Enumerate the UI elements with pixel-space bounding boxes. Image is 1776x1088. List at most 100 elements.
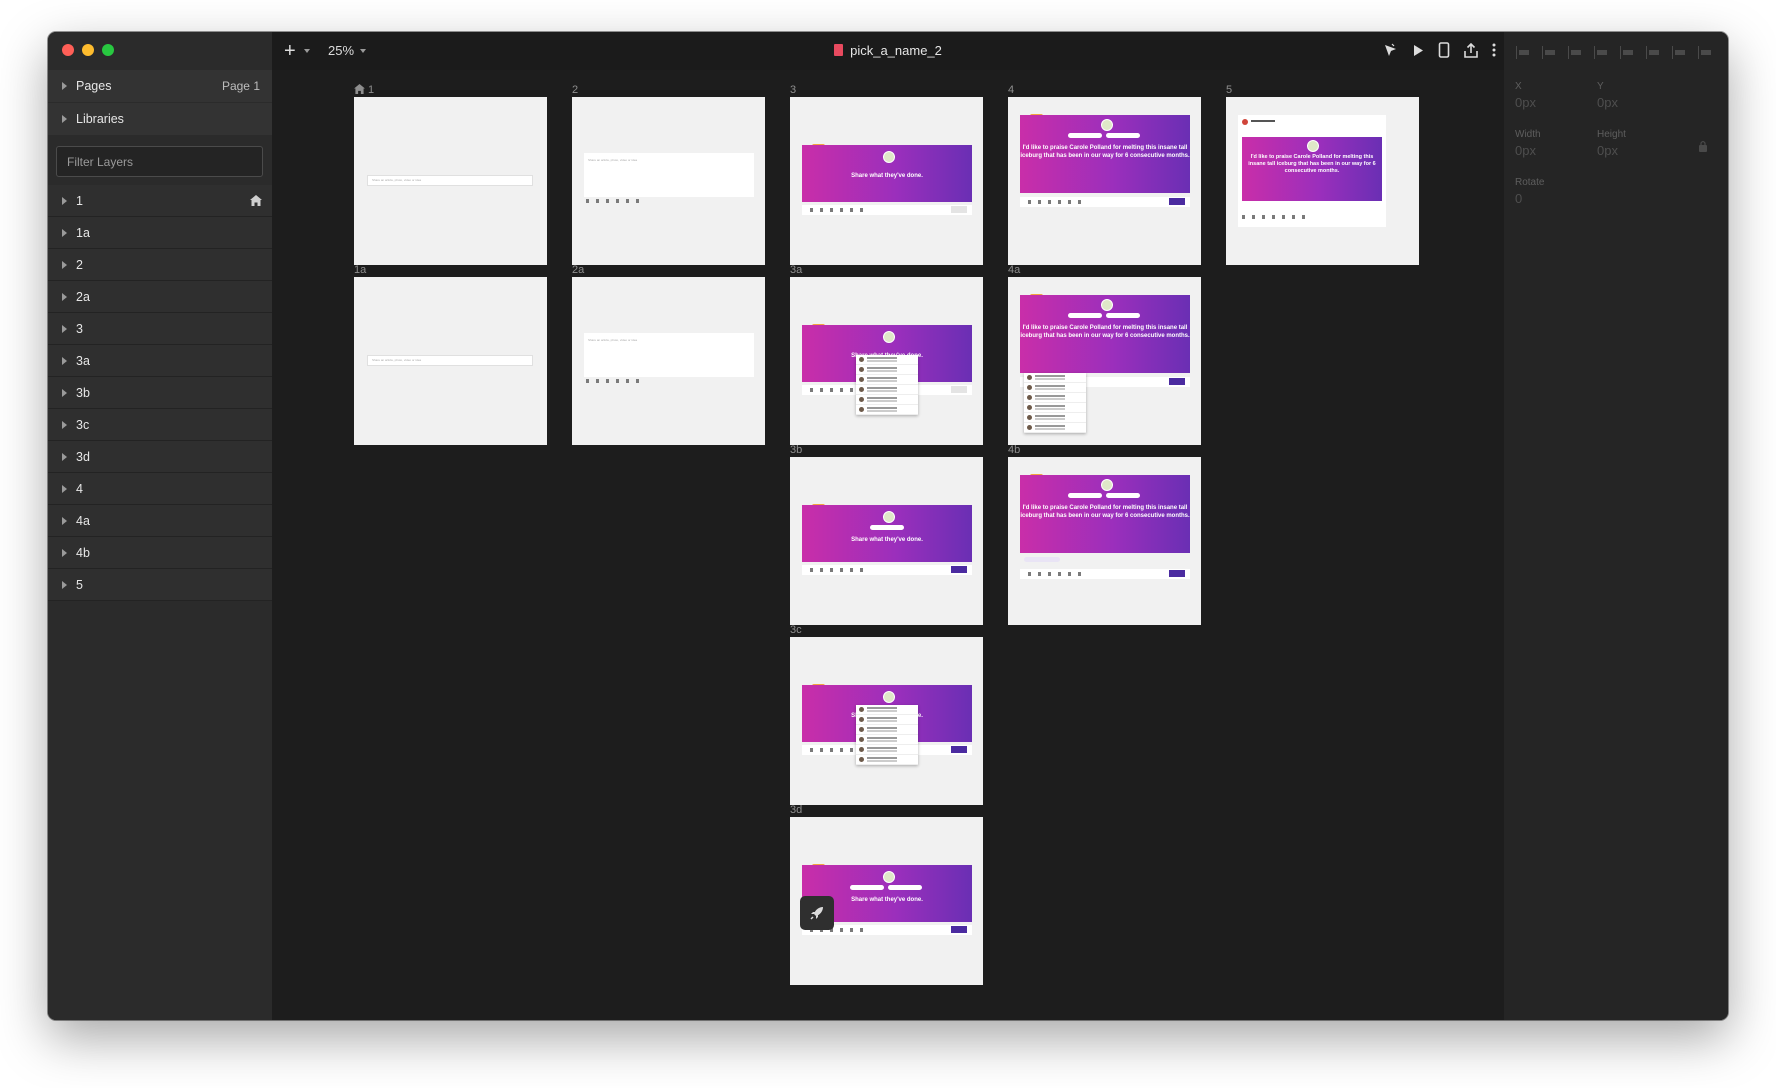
y-field[interactable]: 0px <box>1597 95 1618 110</box>
artboard-4[interactable]: I'd like to praise Carole Polland for me… <box>1008 97 1201 265</box>
layer-row-2a[interactable]: 2a <box>48 281 272 313</box>
artboard-label[interactable]: 4a <box>1008 264 1020 276</box>
expand-arrow-icon <box>62 516 67 525</box>
avatar <box>883 691 895 703</box>
align-bottom-icon[interactable] <box>1696 46 1714 59</box>
current-page-label[interactable]: Page 1 <box>222 79 260 93</box>
artboard-4b[interactable]: I'd like to praise Carole Polland for me… <box>1008 457 1201 625</box>
artboard-2a[interactable]: Share an article, photo, video or idea <box>572 277 765 445</box>
distribute-horizontal-icon[interactable] <box>1514 46 1532 59</box>
x-label: X <box>1515 81 1522 92</box>
post-button <box>951 566 967 573</box>
play-icon[interactable] <box>1411 43 1425 58</box>
maximize-window-button[interactable] <box>102 44 114 56</box>
mention-pill <box>870 525 904 530</box>
artboard-label[interactable]: 1 <box>368 84 374 96</box>
layer-row-1[interactable]: 1 <box>48 185 272 217</box>
avatar <box>1101 119 1113 131</box>
composer-toolbar <box>586 199 641 203</box>
hero-text: I'd like to praise Carole Polland for me… <box>1248 154 1376 174</box>
minimize-window-button[interactable] <box>82 44 94 56</box>
layer-row-1a[interactable]: 1a <box>48 217 272 249</box>
artboard-label[interactable]: 1a <box>354 264 366 276</box>
device-icon[interactable] <box>1438 42 1450 58</box>
launch-button[interactable] <box>800 896 834 930</box>
artboard-label[interactable]: 3c <box>790 624 802 636</box>
prototype-cursor-icon[interactable] <box>1383 43 1398 58</box>
artboard-3a[interactable]: Share what they've done. <box>790 277 983 445</box>
expand-arrow-icon <box>62 228 67 237</box>
artboard-label[interactable]: 3b <box>790 444 802 456</box>
align-right-icon[interactable] <box>1618 46 1636 59</box>
artboard-label[interactable]: 3d <box>790 804 802 816</box>
layer-row-3b[interactable]: 3b <box>48 377 272 409</box>
layer-row-3a[interactable]: 3a <box>48 345 272 377</box>
artboard-5[interactable]: I'd like to praise Carole Polland for me… <box>1226 97 1419 265</box>
layer-row-2[interactable]: 2 <box>48 249 272 281</box>
width-field[interactable]: 0px <box>1515 143 1536 158</box>
pages-label: Pages <box>76 79 112 93</box>
filter-layers-input[interactable] <box>56 146 263 177</box>
artboard-3c[interactable]: Share what they've done. <box>790 637 983 805</box>
expand-arrow-icon <box>62 356 67 365</box>
artboard-2[interactable]: Share an article, photo, video or idea <box>572 97 765 265</box>
more-icon[interactable] <box>1492 43 1496 57</box>
artboard-label[interactable]: 2 <box>572 84 578 96</box>
layer-row-5[interactable]: 5 <box>48 569 272 601</box>
expand-arrow-icon <box>62 452 67 461</box>
x-field[interactable]: 0px <box>1515 95 1536 110</box>
height-field[interactable]: 0px <box>1597 143 1618 158</box>
rotate-label: Rotate <box>1515 177 1545 188</box>
pages-section[interactable]: Pages Page 1 <box>48 70 272 102</box>
distribute-vertical-icon[interactable] <box>1540 46 1558 59</box>
layer-row-3c[interactable]: 3c <box>48 409 272 441</box>
export-icon[interactable] <box>1463 42 1479 58</box>
layer-label: 1 <box>76 193 83 208</box>
artboard-label[interactable]: 3a <box>790 264 802 276</box>
design-canvas[interactable]: 1 Share an article, photo, video or idea… <box>272 70 1504 1020</box>
artboard-label[interactable]: 3 <box>790 84 796 96</box>
artboard-1[interactable]: Share an article, photo, video or idea <box>354 97 547 265</box>
mention-pill <box>1068 493 1102 498</box>
artboard-3[interactable]: Share what they've done. <box>790 97 983 265</box>
layer-label: 3c <box>76 417 90 432</box>
footer-icons <box>1028 200 1083 204</box>
layer-label: 5 <box>76 577 83 592</box>
home-icon <box>250 195 262 206</box>
mention-dropdown <box>856 705 918 765</box>
artboard-4a[interactable]: I'd like to praise Carole Polland for me… <box>1008 277 1201 445</box>
align-left-icon[interactable] <box>1566 46 1584 59</box>
artboard-3b[interactable]: Share what they've done. <box>790 457 983 625</box>
layer-label: 2 <box>76 257 83 272</box>
lock-icon[interactable] <box>1698 140 1708 152</box>
avatar <box>1307 140 1319 152</box>
align-middle-icon[interactable] <box>1670 46 1688 59</box>
align-center-icon[interactable] <box>1592 46 1610 59</box>
artboard-label[interactable]: 2a <box>572 264 584 276</box>
hero-text: I'd like to praise Carole Polland for me… <box>1020 505 1190 519</box>
layer-row-3[interactable]: 3 <box>48 313 272 345</box>
artboard-label[interactable]: 5 <box>1226 84 1232 96</box>
expand-arrow-icon <box>62 115 67 123</box>
layer-row-4a[interactable]: 4a <box>48 505 272 537</box>
mention-pill <box>1106 133 1140 138</box>
rocket-icon <box>810 907 823 920</box>
artboard-label[interactable]: 4 <box>1008 84 1014 96</box>
post-button <box>1169 378 1185 385</box>
artboard-1a[interactable]: Share an article, photo, video or idea <box>354 277 547 445</box>
avatar <box>1101 479 1113 491</box>
libraries-section[interactable]: Libraries <box>48 103 272 135</box>
close-window-button[interactable] <box>62 44 74 56</box>
layer-row-3d[interactable]: 3d <box>48 441 272 473</box>
document-title[interactable]: pick_a_name_2 <box>850 43 942 58</box>
layer-label: 2a <box>76 289 90 304</box>
post-button <box>951 206 967 213</box>
rotate-field[interactable]: 0 <box>1515 191 1522 206</box>
praise-hero: I'd like to praise Carole Polland for me… <box>1020 295 1190 373</box>
layer-row-4[interactable]: 4 <box>48 473 272 505</box>
artboard-label[interactable]: 4b <box>1008 444 1020 456</box>
mention-pill <box>850 885 884 890</box>
layer-row-4b[interactable]: 4b <box>48 537 272 569</box>
align-top-icon[interactable] <box>1644 46 1662 59</box>
mention-dropdown <box>856 355 918 415</box>
